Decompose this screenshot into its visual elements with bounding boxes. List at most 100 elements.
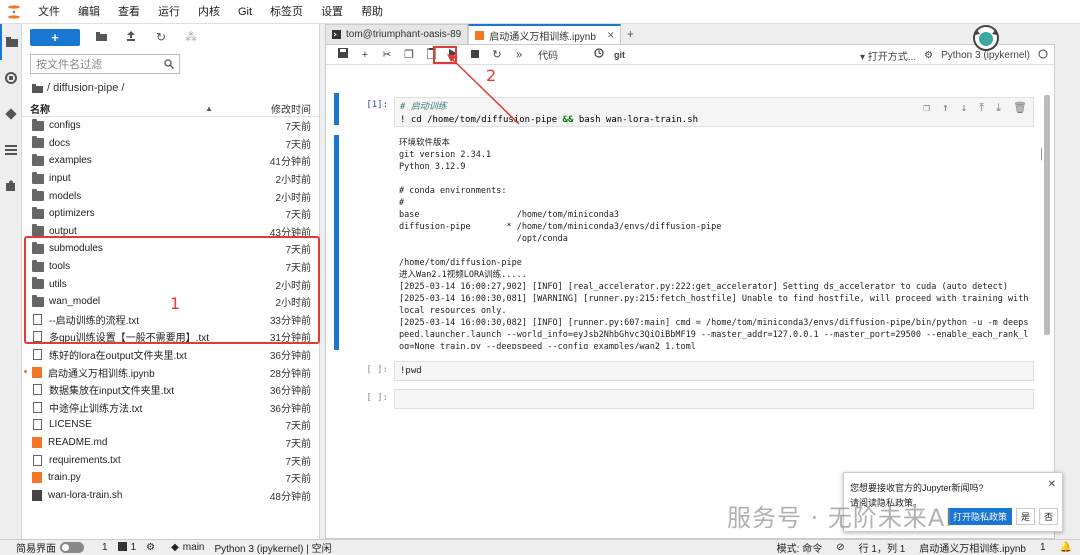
no-button[interactable]: 否 (1038, 508, 1058, 525)
cell-type-select[interactable]: 代码 (538, 47, 588, 62)
notebook-toolbar: + ✂ ❐ ↻ » 代码 git ▾ 打开方式... ⚙ Python 3 (i… (326, 45, 1054, 65)
file-name: LICENSE (49, 419, 92, 431)
file-list-item[interactable]: 数据集放在input文件夹里.txt 36分钟前 (22, 381, 319, 399)
gear-icon[interactable]: ⚙ (924, 50, 933, 61)
kernel-status[interactable]: Python 3 (ipykernel) | 空闲 (214, 540, 331, 555)
file-list-item[interactable]: LICENSE 7天前 (22, 416, 319, 434)
new-tab-icon[interactable]: + (621, 24, 639, 44)
insert-above-icon[interactable]: ⤒ (979, 101, 984, 114)
file-list-item[interactable]: 练好的lora在output文件夹里.txt 36分钟前 (22, 346, 319, 364)
close-icon[interactable]: ✕ (607, 30, 615, 41)
clock-icon[interactable] (588, 48, 610, 61)
notebook-scrollbar[interactable] (1042, 65, 1052, 538)
annotation-1: 1 (170, 294, 181, 313)
duplicate-icon[interactable]: ❐ (923, 101, 930, 114)
add-cell-icon[interactable]: + (354, 49, 376, 61)
upload-icon[interactable] (116, 30, 146, 44)
git-icon[interactable] (0, 96, 22, 132)
file-name: submodules (49, 243, 103, 255)
file-list-item[interactable]: train.py 7天前 (22, 469, 319, 487)
terminal-count[interactable]: 1 (102, 542, 108, 553)
running-icon[interactable] (0, 60, 22, 96)
column-modified-header[interactable]: 修改时间 (271, 101, 311, 116)
cursor-position[interactable]: 行 1，列 1 (859, 540, 906, 555)
menu-file[interactable]: 文件 (29, 0, 69, 24)
folder-icon (32, 189, 44, 202)
folder-icon (32, 206, 44, 219)
file-list-item[interactable]: tools 7天前 (22, 258, 319, 276)
yes-button[interactable]: 是 (1015, 508, 1035, 525)
breadcrumb[interactable]: / diffusion-pipe / (32, 81, 319, 95)
menu-edit[interactable]: 编辑 (69, 0, 109, 24)
menu-settings[interactable]: 设置 (312, 0, 352, 24)
notebook-icon (475, 30, 485, 40)
file-modified: 31分钟前 (269, 333, 311, 345)
file-modified: 33分钟前 (269, 315, 311, 327)
file-list-item[interactable]: 多gpu训练设置【一般不需要用】.txt 31分钟前 (22, 328, 319, 346)
kernel-count[interactable]: 1 (131, 542, 137, 553)
menu-view[interactable]: 查看 (109, 0, 149, 24)
file-modified: 7天前 (285, 245, 311, 257)
tab-notebook[interactable]: 启动通义万相训练.ipynb ✕ (468, 24, 622, 44)
git-label[interactable]: git (614, 50, 625, 60)
file-list-item[interactable]: utils 2小时前 (22, 275, 319, 293)
toc-icon[interactable] (0, 132, 22, 168)
file-list-item[interactable]: 中途停止训练方法.txt 36分钟前 (22, 399, 319, 417)
file-list-item[interactable]: requirements.txt 7天前 (22, 451, 319, 469)
code-cell-2[interactable]: [ ]: !pwd (334, 361, 1034, 381)
tab-bar: tom@triumphant-oasis-89 启动通义万相训练.ipynb ✕… (325, 24, 639, 44)
file-list-item[interactable]: configs 7天前 (22, 117, 319, 135)
menu-help[interactable]: 帮助 (352, 0, 392, 24)
git-branch[interactable]: main (183, 542, 205, 553)
file-list-item[interactable]: README.md 7天前 (22, 434, 319, 452)
move-up-icon[interactable]: ↑ (942, 101, 949, 114)
file-list-item[interactable]: output 43分钟前 (22, 223, 319, 241)
file-list-item[interactable]: --启动训练的流程.txt 33分钟前 (22, 311, 319, 329)
file-list-item[interactable]: 启动通义万相训练.ipynb 28分钟前 (22, 363, 319, 381)
copy-icon[interactable]: ❐ (398, 48, 420, 61)
file-list-item[interactable]: models 2小时前 (22, 187, 319, 205)
refresh-icon[interactable]: ↻ (146, 30, 176, 44)
output-text: 环境软件版本 git version 2.34.1 Python 3.12.9 … (399, 138, 1029, 349)
gear-icon[interactable]: ⚙ (146, 542, 155, 553)
extension-icon[interactable] (0, 168, 22, 204)
cut-icon[interactable]: ✂ (376, 48, 398, 61)
file-list-item[interactable]: submodules 7天前 (22, 240, 319, 258)
simple-mode-label: 简易界面 (16, 544, 56, 555)
insert-below-icon[interactable]: ⤓ (996, 101, 1001, 114)
file-list-item[interactable]: wan-lora-train.sh 48分钟前 (22, 486, 319, 504)
filter-input[interactable]: 按文件名过滤 (30, 54, 180, 74)
bell-icon[interactable]: 🔔 (1060, 542, 1072, 553)
move-down-icon[interactable]: ↓ (961, 101, 968, 114)
menu-run[interactable]: 运行 (149, 0, 189, 24)
folder-icon (32, 294, 44, 307)
git-clone-icon[interactable]: ⁂ (176, 30, 206, 44)
delete-icon[interactable]: 🗑 (1013, 101, 1027, 114)
notification-count[interactable]: 1 (1040, 542, 1046, 553)
close-icon[interactable]: ✕ (1048, 479, 1056, 490)
file-list-item[interactable]: optimizers 7天前 (22, 205, 319, 223)
menu-git[interactable]: Git (229, 0, 261, 24)
file-list-item[interactable]: docs 7天前 (22, 135, 319, 153)
file-modified: 2小时前 (275, 192, 311, 204)
file-icon (33, 331, 42, 343)
menu-kernel[interactable]: 内核 (189, 0, 229, 24)
column-name-header[interactable]: 名称 (30, 101, 230, 116)
notebook-icon (32, 366, 42, 378)
save-icon[interactable] (332, 48, 354, 61)
code-cell-3[interactable]: [ ]: (334, 389, 1034, 409)
cell-input[interactable] (394, 389, 1034, 409)
cell-input[interactable]: !pwd (394, 361, 1034, 381)
menu-tabs[interactable]: 标签页 (261, 0, 312, 24)
open-with-dropdown[interactable]: ▾ 打开方式... (860, 48, 916, 63)
current-file: 启动通义万相训练.ipynb (919, 544, 1026, 555)
file-list-item[interactable]: input 2小时前 (22, 170, 319, 188)
code-cell-1[interactable]: [1]: # 启动训练 ! cd /home/tom/diffusion-pip… (334, 97, 1034, 127)
new-launcher-button[interactable]: + (30, 28, 80, 46)
simple-mode-toggle[interactable] (60, 542, 84, 553)
open-privacy-button[interactable]: 打开隐私政策 (947, 508, 1012, 525)
file-list-item[interactable]: examples 41分钟前 (22, 152, 319, 170)
folder-icon[interactable] (0, 24, 22, 60)
new-folder-icon[interactable] (86, 30, 116, 44)
tab-terminal[interactable]: tom@triumphant-oasis-89 (325, 24, 469, 44)
